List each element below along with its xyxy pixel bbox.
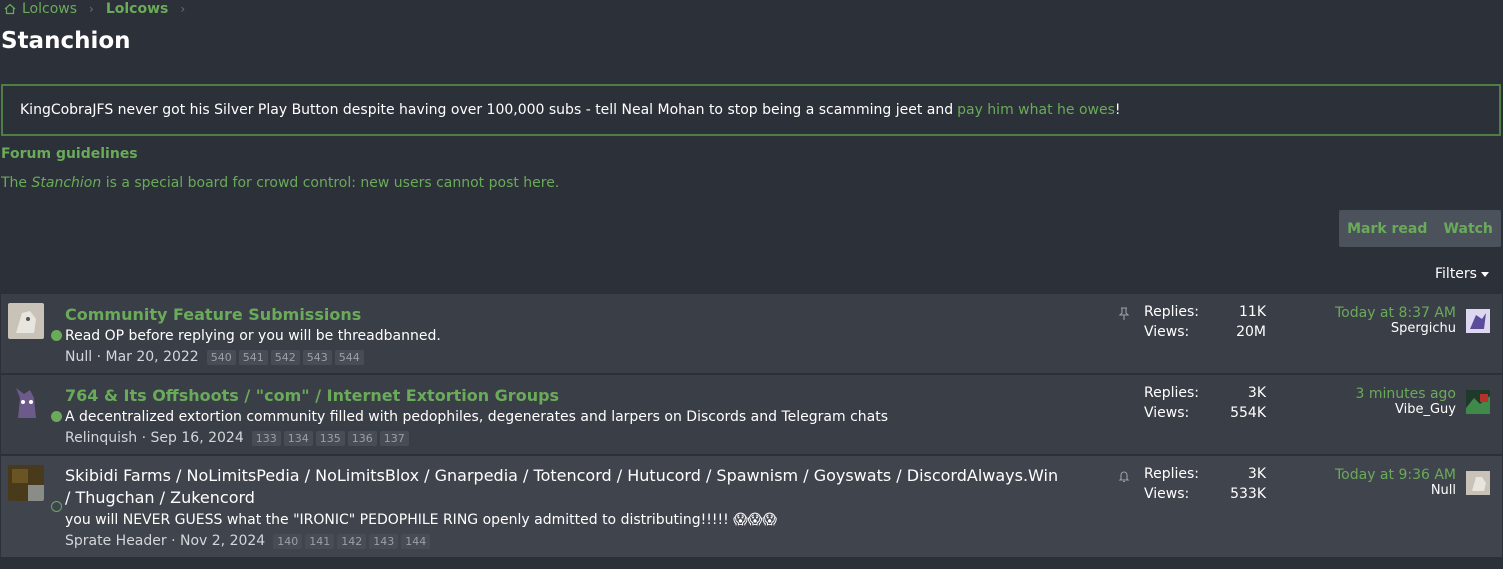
latest-user[interactable]: Vibe_Guy — [1355, 402, 1456, 417]
notice-suffix: ! — [1114, 102, 1121, 118]
thread-row: Skibidi Farms / NoLimitsPedia / NoLimits… — [1, 456, 1502, 559]
thread-stats: Replies: 3K Views: 533K — [1144, 466, 1266, 506]
home-icon[interactable] — [4, 3, 16, 15]
page-jump: 133 134 135 136 137 — [251, 430, 409, 446]
thread-date[interactable]: Mar 20, 2022 — [105, 349, 198, 365]
views-label: Views: — [1144, 324, 1190, 340]
views-count: 554K — [1230, 405, 1266, 421]
views-count: 533K — [1230, 486, 1266, 502]
guidelines-text: The Stanchion is a special board for cro… — [1, 175, 559, 191]
latest-time[interactable]: Today at 9:36 AM — [1335, 467, 1456, 483]
pin-icon — [1118, 307, 1130, 320]
read-indicator — [51, 501, 62, 512]
guidelines-emphasis: Stanchion — [31, 175, 102, 191]
guidelines-suffix: is a special board for crowd control: ne… — [105, 175, 560, 191]
last-poster-avatar[interactable] — [1466, 309, 1490, 333]
page-link[interactable]: 142 — [337, 533, 367, 549]
chevron-right-icon: › — [89, 2, 94, 16]
latest-user[interactable]: Spergichu — [1335, 321, 1456, 336]
breadcrumb-link-lolcows[interactable]: Lolcows — [22, 1, 77, 17]
thread-meta: Sprate Header · Nov 2, 2024 140 141 142 … — [65, 533, 431, 549]
thread-row: 764 & Its Offshoots / "com" / Internet E… — [1, 375, 1502, 456]
breadcrumb: Lolcows › Lolcows › — [4, 1, 191, 17]
thread-stats: Replies: 3K Views: 554K — [1144, 385, 1266, 425]
thread-row: Community Feature Submissions Read OP be… — [1, 294, 1502, 375]
avatar[interactable] — [8, 384, 44, 420]
page-link[interactable]: 141 — [305, 533, 335, 549]
bell-icon — [1118, 471, 1130, 483]
views-label: Views: — [1144, 486, 1190, 502]
unread-indicator — [51, 330, 62, 341]
page-link[interactable]: 143 — [369, 533, 399, 549]
page-link[interactable]: 542 — [270, 349, 300, 365]
replies-count: 3K — [1247, 466, 1266, 482]
replies-count: 3K — [1247, 385, 1266, 401]
page-link[interactable]: 540 — [206, 349, 236, 365]
replies-count: 11K — [1239, 304, 1266, 320]
thread-stats: Replies: 11K Views: 20M — [1144, 304, 1266, 344]
replies-label: Replies: — [1144, 304, 1200, 320]
page-link[interactable]: 136 — [347, 430, 377, 446]
latest-time[interactable]: 3 minutes ago — [1355, 386, 1456, 402]
notice-link[interactable]: pay him what he owes — [957, 102, 1115, 118]
notice-banner: KingCobraJFS never got his Silver Play B… — [1, 84, 1501, 136]
page-link[interactable]: 543 — [302, 349, 332, 365]
unread-indicator — [51, 411, 62, 422]
forum-actions: Mark read Watch — [1339, 210, 1501, 247]
thread-author[interactable]: Sprate Header — [65, 533, 167, 549]
page-link[interactable]: 541 — [238, 349, 268, 365]
last-poster-avatar[interactable] — [1466, 471, 1490, 495]
thread-title[interactable]: 764 & Its Offshoots / "com" / Internet E… — [65, 385, 559, 407]
page-jump: 140 141 142 143 144 — [273, 533, 431, 549]
page-link[interactable]: 544 — [334, 349, 364, 365]
thread-list: Community Feature Submissions Read OP be… — [1, 294, 1502, 559]
views-label: Views: — [1144, 405, 1190, 421]
thread-snippet: Read OP before replying or you will be t… — [65, 328, 441, 344]
meta-separator: · — [92, 349, 106, 365]
replies-label: Replies: — [1144, 385, 1200, 401]
thread-author[interactable]: Relinquish — [65, 430, 137, 446]
page-link[interactable]: 134 — [283, 430, 313, 446]
notice-text: KingCobraJFS never got his Silver Play B… — [20, 102, 954, 118]
page-link[interactable]: 137 — [379, 430, 409, 446]
page-title: Stanchion — [1, 28, 131, 54]
last-poster-avatar[interactable] — [1466, 390, 1490, 414]
page-jump: 540 541 542 543 544 — [206, 349, 364, 365]
latest-post: Today at 8:37 AM Spergichu — [1335, 305, 1456, 336]
caret-down-icon — [1480, 271, 1489, 277]
thread-snippet: you will NEVER GUESS what the "IRONIC" P… — [65, 512, 777, 528]
thread-title[interactable]: Skibidi Farms / NoLimitsPedia / NoLimits… — [65, 465, 1065, 509]
filters-button[interactable]: Filters — [1435, 266, 1489, 282]
page-link[interactable]: 133 — [251, 430, 281, 446]
filters-label: Filters — [1435, 266, 1477, 282]
meta-separator: · — [166, 533, 180, 549]
thread-snippet: A decentralized extortion community fill… — [65, 409, 888, 425]
chevron-right-icon: › — [180, 2, 186, 16]
page-link[interactable]: 135 — [315, 430, 345, 446]
thread-date[interactable]: Sep 16, 2024 — [151, 430, 244, 446]
page-link[interactable]: 144 — [401, 533, 431, 549]
latest-post: Today at 9:36 AM Null — [1335, 467, 1456, 498]
latest-post: 3 minutes ago Vibe_Guy — [1355, 386, 1456, 417]
watch-button[interactable]: Watch — [1444, 221, 1493, 237]
latest-user[interactable]: Null — [1335, 483, 1456, 498]
breadcrumb-link-lolcows-forum[interactable]: Lolcows — [106, 1, 169, 17]
replies-label: Replies: — [1144, 466, 1200, 482]
thread-author[interactable]: Null — [65, 349, 92, 365]
guidelines-title: Forum guidelines — [1, 146, 138, 162]
latest-time[interactable]: Today at 8:37 AM — [1335, 305, 1456, 321]
thread-meta: Null · Mar 20, 2022 540 541 542 543 544 — [65, 349, 364, 365]
meta-separator: · — [137, 430, 151, 446]
mark-read-button[interactable]: Mark read — [1347, 221, 1427, 237]
thread-title[interactable]: Community Feature Submissions — [65, 304, 361, 326]
avatar[interactable] — [8, 465, 44, 501]
page-link[interactable]: 140 — [273, 533, 303, 549]
avatar[interactable] — [8, 303, 44, 339]
guidelines-prefix: The — [1, 175, 28, 191]
thread-meta: Relinquish · Sep 16, 2024 133 134 135 13… — [65, 430, 409, 446]
thread-date[interactable]: Nov 2, 2024 — [180, 533, 265, 549]
views-count: 20M — [1236, 324, 1266, 340]
